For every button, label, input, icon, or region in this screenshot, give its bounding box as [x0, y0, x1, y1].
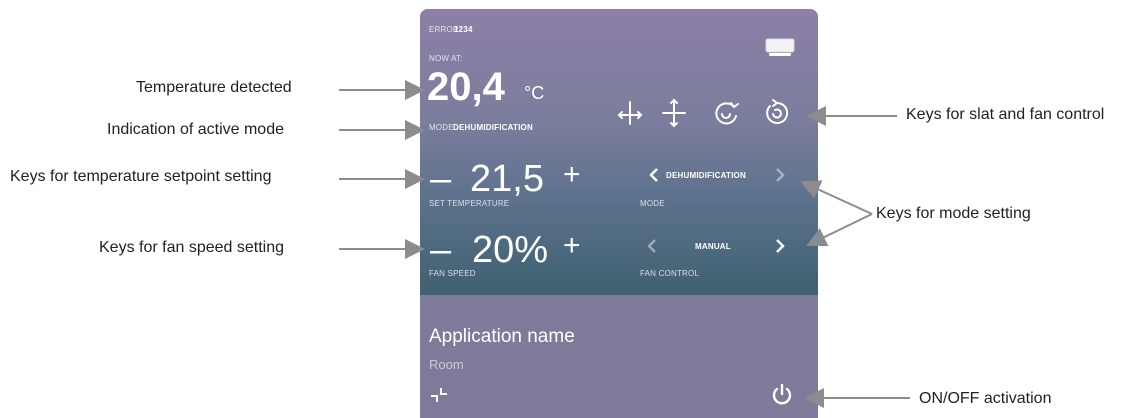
fan-speed-value: 20% [472, 229, 549, 271]
fan-control-prev-chevron-icon[interactable] [646, 238, 658, 254]
fan-control-next-chevron-icon[interactable] [774, 238, 786, 254]
room-label: Room [429, 357, 464, 372]
rotate-icon[interactable] [760, 97, 792, 129]
mode-selector-value: DEHUMIDIFICATION [666, 171, 746, 180]
mode-label: MODE [429, 123, 454, 132]
now-at-label: NOW AT: [429, 54, 463, 63]
annotation-onoff: ON/OFF activation [919, 390, 1052, 407]
power-icon[interactable] [770, 383, 794, 407]
ac-unit-icon [765, 38, 795, 56]
setpoint-label: SET TEMPERATURE [429, 199, 510, 208]
fan-speed-minus-button[interactable]: – [430, 231, 451, 269]
annotation-fan-speed-keys: Keys for fan speed setting [99, 239, 284, 256]
application-name: Application name [429, 326, 575, 347]
setpoint-value: 21,5 [470, 158, 544, 200]
fan-control-value: MANUAL [695, 242, 731, 251]
annotation-active-mode: Indication of active mode [107, 121, 284, 138]
annotation-mode-keys: Keys for mode setting [876, 205, 1031, 222]
fan-speed-label: FAN SPEED [429, 269, 476, 278]
slat-vertical-icon[interactable] [660, 97, 688, 129]
annotation-setpoint-keys: Keys for temperature setpoint setting [10, 168, 272, 185]
mode-next-chevron-icon[interactable] [774, 167, 786, 183]
mode-prev-chevron-icon[interactable] [648, 167, 660, 183]
fan-control-label: FAN CONTROL [640, 269, 700, 278]
current-temperature: 20,4 [427, 65, 505, 109]
setpoint-minus-button[interactable]: – [430, 160, 451, 198]
panel-footer-area [420, 295, 818, 418]
slat-horizontal-icon[interactable] [616, 99, 644, 127]
collapse-icon[interactable] [428, 384, 450, 406]
mode-selector-label: MODE [640, 199, 665, 208]
thermostat-panel: ERROR: 1234 NOW AT: 20,4 °C MODE DEHUMID… [420, 9, 818, 418]
temperature-unit: °C [524, 83, 545, 103]
error-code: 1234 [454, 25, 473, 34]
fan-speed-plus-button[interactable]: + [563, 231, 581, 261]
annotation-slat-fan-keys: Keys for slat and fan control [906, 106, 1105, 123]
swing-icon[interactable] [710, 97, 742, 129]
annotation-temperature-detected: Temperature detected [136, 79, 292, 96]
setpoint-plus-button[interactable]: + [563, 160, 581, 190]
active-mode-value: DEHUMIDIFICATION [453, 123, 533, 132]
